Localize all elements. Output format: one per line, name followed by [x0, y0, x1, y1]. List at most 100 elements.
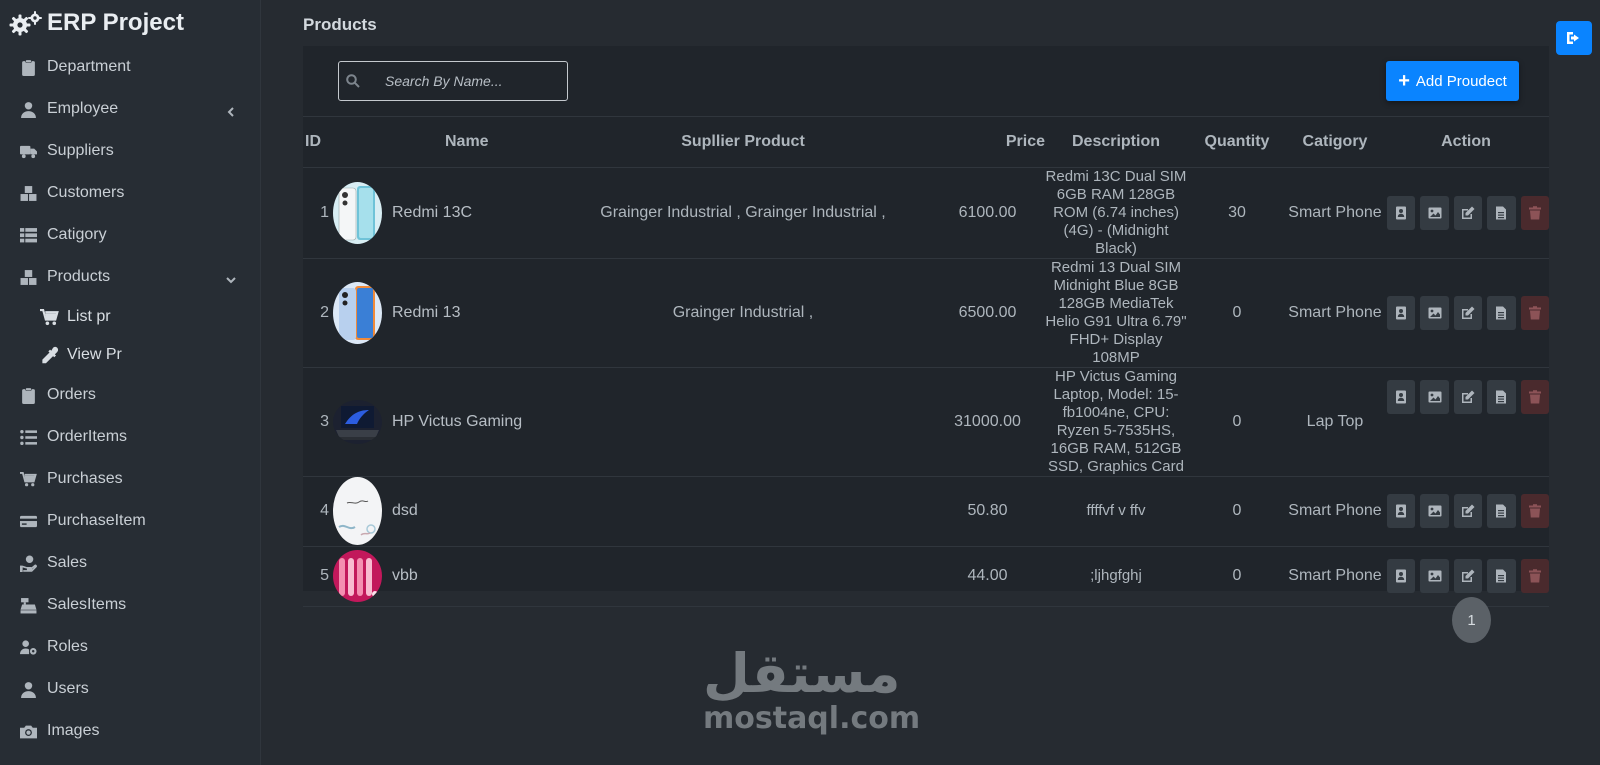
details-button[interactable]	[1387, 494, 1416, 528]
images-button[interactable]	[1420, 559, 1449, 593]
product-thumbnail-laptop[interactable]	[333, 399, 382, 444]
image-icon	[1428, 570, 1442, 582]
sidebar-item-label: Purchases	[47, 470, 123, 487]
images-button[interactable]	[1420, 295, 1449, 330]
sidebar-item-label: Suppliers	[47, 142, 114, 159]
cell-actions	[1383, 258, 1550, 368]
column-header-price[interactable]: Price	[930, 117, 1045, 168]
sidebar-item-label: Images	[47, 722, 100, 739]
column-header-supplier[interactable]: Supllier Product	[556, 117, 930, 168]
sidebar-item-label: Customers	[47, 184, 125, 201]
sidebar-subitem-view-pr[interactable]: View Pr	[0, 336, 260, 374]
cell-quantity: 0	[1187, 476, 1287, 547]
images-button[interactable]	[1420, 494, 1449, 528]
pagination-page-1[interactable]: 1	[1452, 597, 1491, 643]
logout-button[interactable]	[1556, 21, 1592, 55]
images-button[interactable]	[1420, 195, 1449, 230]
name-cell: Redmi 13	[329, 281, 556, 344]
product-thumbnail-sketch[interactable]	[333, 477, 382, 545]
sidebar-item-department[interactable]: Department	[0, 46, 260, 88]
edit-icon	[1462, 206, 1475, 219]
sidebar-item-orderitems[interactable]: OrderItems	[0, 416, 260, 458]
column-header-description[interactable]: Description	[1045, 117, 1187, 168]
file-icon	[1496, 206, 1507, 219]
edit-button[interactable]	[1453, 379, 1483, 414]
document-button[interactable]	[1487, 295, 1516, 330]
file-icon	[1496, 569, 1507, 583]
document-button[interactable]	[1487, 195, 1516, 230]
search-box[interactable]	[338, 61, 568, 101]
cell-description: Redmi 13C Dual SIM 6GB RAM 128GB ROM (6.…	[1045, 167, 1187, 259]
sidebar-item-purchases[interactable]: Purchases	[0, 458, 260, 500]
column-header-category[interactable]: Catigory	[1287, 117, 1383, 168]
details-button[interactable]	[1387, 379, 1416, 414]
edit-button[interactable]	[1453, 195, 1483, 230]
cell-price: 44.00	[930, 546, 1045, 607]
cell-actions	[1383, 367, 1550, 477]
cell-quantity: 0	[1187, 258, 1287, 368]
delete-button[interactable]	[1520, 295, 1550, 330]
sidebar-item-label: Orders	[47, 386, 96, 403]
sidebar-item-suppliers[interactable]: Suppliers	[0, 130, 260, 172]
sidebar-item-customers[interactable]: Customers	[0, 172, 260, 214]
cell-category: Smart Phone	[1287, 167, 1383, 259]
products-table: ID Name Supllier Product Price Descripti…	[303, 117, 1550, 607]
sidebar-subitem-list-pr[interactable]: List pr	[0, 298, 260, 336]
document-button[interactable]	[1487, 379, 1516, 414]
plus-icon: +	[1398, 70, 1410, 92]
cell-description: HP Victus Gaming Laptop, Model: 15-fb100…	[1045, 367, 1187, 477]
details-button[interactable]	[1387, 559, 1416, 593]
column-header-quantity[interactable]: Quantity	[1187, 117, 1287, 168]
edit-button[interactable]	[1453, 295, 1483, 330]
cell-description: ffffvf v ffv	[1045, 476, 1187, 547]
clipboard-icon	[19, 58, 37, 76]
delete-button[interactable]	[1520, 559, 1550, 593]
sidebar-item-label: Sales	[47, 554, 88, 571]
column-header-action[interactable]: Action	[1383, 117, 1549, 168]
list-icon	[19, 428, 37, 446]
add-product-label: Add Proudect	[1415, 72, 1507, 90]
delete-button[interactable]	[1520, 379, 1550, 414]
delete-button[interactable]	[1520, 195, 1550, 230]
sidebar-item-orders[interactable]: Orders	[0, 374, 260, 416]
table-header-row: ID Name Supllier Product Price Descripti…	[303, 117, 1549, 168]
sidebar-item-purchaseitem[interactable]: PurchaseItem	[0, 500, 260, 542]
product-thumbnail-phone[interactable]	[333, 181, 382, 244]
sidebar-item-catigory[interactable]: Catigory	[0, 214, 260, 256]
images-button[interactable]	[1420, 379, 1449, 414]
product-thumbnail-phone[interactable]	[333, 281, 382, 344]
details-button[interactable]	[1387, 295, 1416, 330]
document-button[interactable]	[1487, 559, 1516, 593]
product-thumbnail-pattern[interactable]	[333, 550, 382, 602]
watermark-logo: مستقل mostaql.com	[703, 645, 920, 735]
boxes-icon	[19, 184, 37, 202]
cart-icon	[39, 307, 59, 327]
column-header-id[interactable]: ID	[303, 117, 329, 168]
toolbar: + Add Proudect	[303, 46, 1549, 117]
name-cell: Redmi 13C	[329, 181, 556, 244]
cell-quantity: 0	[1187, 546, 1287, 607]
sidebar-item-users[interactable]: Users	[0, 668, 260, 710]
sidebar-item-sales[interactable]: Sales	[0, 542, 260, 584]
sidebar-item-salesitems[interactable]: SalesItems	[0, 584, 260, 626]
cell-actions	[1383, 167, 1550, 259]
name-cell: dsd	[329, 477, 556, 545]
edit-button[interactable]	[1453, 494, 1483, 528]
document-button[interactable]	[1487, 494, 1516, 528]
search-input[interactable]	[385, 62, 565, 100]
cell-category: Lap Top	[1287, 367, 1383, 477]
details-button[interactable]	[1387, 195, 1416, 230]
brand[interactable]: ERP Project	[0, 0, 260, 46]
edit-button[interactable]	[1453, 559, 1483, 593]
column-header-name[interactable]: Name	[329, 117, 556, 168]
cell-category: Smart Phone	[1287, 546, 1383, 607]
contact-card-icon	[1396, 504, 1407, 518]
sidebar-item-products[interactable]: Products	[0, 256, 260, 298]
sidebar-item-roles[interactable]: Roles	[0, 626, 260, 668]
sidebar-item-images[interactable]: Images	[0, 710, 260, 752]
cell-supplier	[556, 546, 930, 607]
sidebar-item-employee[interactable]: Employee	[0, 88, 260, 130]
row-actions	[1383, 295, 1550, 330]
add-product-button[interactable]: + Add Proudect	[1386, 61, 1519, 101]
delete-button[interactable]	[1520, 494, 1550, 528]
